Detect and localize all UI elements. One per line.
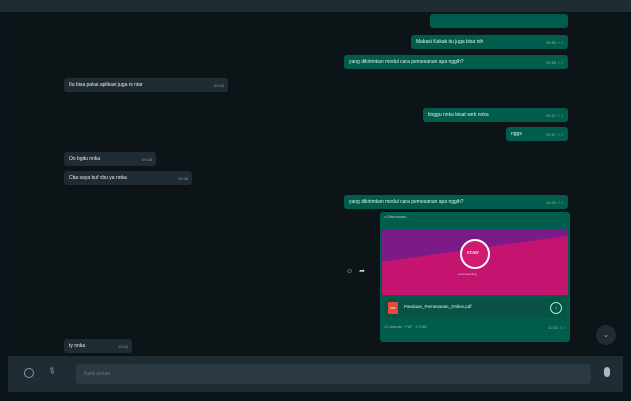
forwarded-label: ⤷ Diteruskan [384, 214, 407, 219]
message-time: 09.57 ✓✓ [546, 132, 564, 137]
message-time: 10.03 ✓✓ [548, 325, 566, 330]
message-input[interactable] [76, 364, 591, 384]
forwarded-document-message[interactable]: ⤷ Diteruskan ecaw ecaw learning PDF Pand… [380, 212, 570, 342]
composer-bar: ✎ [8, 356, 623, 392]
message-bubble[interactable]: Itu bisa pakai aplikasi juga ni ntar 09.… [64, 78, 228, 92]
message-bubble[interactable]: yang dikirimkan modul cara pemesanan apa… [344, 55, 568, 69]
message-bubble[interactable]: Makasi Kakak itu juga bisa nih 09.52 ✓✓ [411, 35, 568, 49]
message-text: Makasi Kakak itu juga bisa nih [416, 39, 484, 45]
message-text: Itu bisa pakai aplikasi juga ni ntar [69, 82, 143, 88]
message-text: yang dikirimkan modul cara pemesanan apa… [349, 59, 464, 65]
message-time: 09.57 ✓✓ [546, 113, 564, 118]
bottom-strip [0, 392, 631, 401]
top-bar [0, 0, 631, 12]
message-time: 10.04 [117, 344, 128, 349]
brand-logo: ecaw [460, 239, 490, 269]
message-bubble[interactable]: Oo bgitu nnka 09.58 [64, 152, 156, 166]
message-time: 10.02 ✓✓ [546, 200, 564, 205]
message-text: ty nnka [69, 343, 86, 349]
share-icon[interactable]: ➦ [359, 268, 371, 275]
message-time: 09.53 ✓✓ [546, 60, 564, 65]
logo-subtext: ecaw learning [458, 272, 477, 276]
message-text: yang dikirimkan modul cara pemesanan apa… [349, 199, 464, 205]
message-bubble[interactable]: yang dikirimkan modul cara pemesanan apa… [344, 195, 568, 209]
logo-text: ecaw [467, 250, 479, 256]
file-attachment[interactable]: PDF Panduan_Pemesanan_Online.pdf ↓ [384, 298, 566, 318]
message-bubble[interactable]: ty nnka 10.04 [64, 339, 132, 353]
smile-icon[interactable] [24, 368, 34, 378]
message-text: tinggu nnka bisat web nnka [428, 112, 489, 118]
document-preview[interactable]: ecaw ecaw learning [382, 229, 568, 295]
scroll-down-button[interactable]: ⌄ [596, 325, 616, 345]
forward-actions[interactable]: ☺➦ [346, 267, 371, 275]
message-bubble[interactable]: nggs 09.57 ✓✓ [506, 127, 568, 141]
message-bubble[interactable] [430, 14, 568, 28]
message-time: 09.58 [177, 176, 188, 181]
file-meta: 10 halaman · PDF · 2,3 MB [384, 325, 427, 329]
message-text: Cba saya buf cbu ya nnka [69, 175, 127, 181]
download-icon[interactable]: ↓ [550, 302, 562, 314]
message-time: 09.55 [213, 83, 224, 88]
message-time: 09.52 ✓✓ [546, 40, 564, 45]
message-text: Oo bgitu nnka [69, 156, 101, 162]
pdf-icon: PDF [388, 302, 398, 314]
message-time: 09.58 [141, 157, 152, 162]
message-bubble[interactable]: Cba saya buf cbu ya nnka 09.58 [64, 171, 192, 185]
message-text: nggs [511, 131, 522, 137]
file-name: Panduan_Pemesanan_Online.pdf [404, 304, 472, 309]
message-bubble[interactable]: tinggu nnka bisat web nnka 09.57 ✓✓ [423, 108, 568, 122]
mic-icon[interactable] [604, 367, 610, 377]
smile-icon[interactable]: ☺ [346, 268, 359, 275]
paperclip-icon[interactable]: ✎ [46, 365, 58, 378]
